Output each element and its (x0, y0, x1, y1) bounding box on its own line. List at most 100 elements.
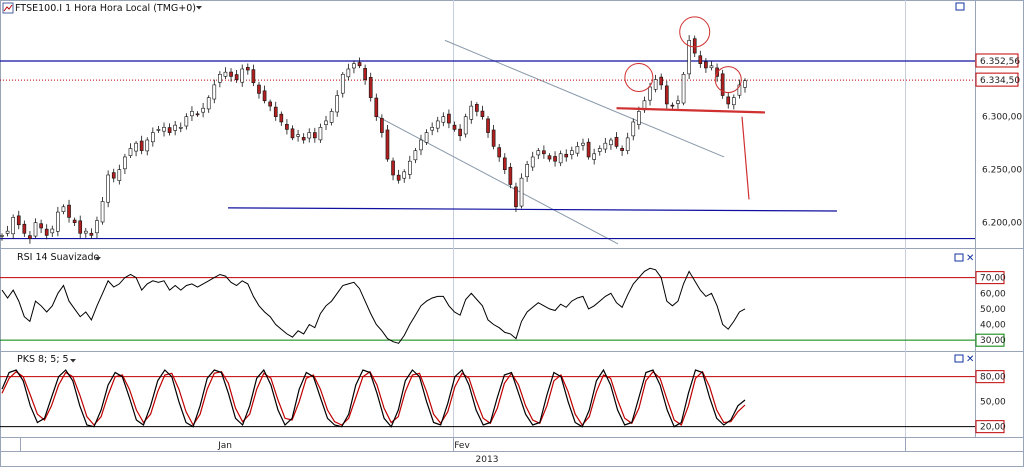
y-tick-label: 80,00 (980, 373, 1006, 383)
candle-body (257, 84, 261, 94)
rsi-title[interactable]: RSI 14 Suavizado (17, 252, 100, 263)
candle-body (564, 153, 569, 158)
candle-body (553, 156, 557, 162)
chart-title[interactable]: FTSE100.I 1 Hora Hora Local (TMG+0) (15, 3, 196, 14)
candle-body (28, 235, 32, 239)
y-tick-label: 40,00 (980, 321, 1006, 331)
candle-body (726, 96, 731, 105)
candle-body (56, 211, 60, 232)
candle-body (525, 164, 529, 178)
candle-body (67, 204, 71, 218)
candle-body (637, 111, 641, 125)
candle-body (447, 113, 451, 124)
candle-body (486, 118, 490, 133)
y-tick-label: 30,00 (980, 336, 1006, 346)
candle-body (340, 73, 345, 94)
candle-body (709, 65, 714, 69)
candle-body (301, 137, 306, 141)
candle-body (296, 134, 300, 137)
candle-body (151, 132, 155, 143)
close-icon[interactable]: ✕ (966, 253, 974, 264)
candle-body (558, 153, 563, 164)
level-price-label: 6.352,56 (980, 57, 1020, 67)
candle-body (413, 150, 418, 161)
candle-body (698, 55, 703, 64)
candle-body (664, 85, 669, 105)
candle-body (681, 73, 686, 104)
y-tick-label: 60,00 (980, 289, 1006, 299)
candle-body (603, 142, 608, 150)
candle-body (206, 97, 211, 110)
candle-body (704, 61, 708, 69)
candle-body (229, 71, 233, 77)
candle-body (586, 141, 591, 158)
candle-body (313, 132, 317, 139)
candle-body (659, 76, 664, 86)
candle-body (502, 157, 507, 170)
y-tick-label: 70,00 (980, 274, 1006, 284)
candle-body (391, 160, 395, 176)
candle-body (514, 186, 518, 208)
candle-body (39, 223, 43, 229)
candle-body (95, 220, 99, 234)
candle-body (508, 166, 513, 185)
candle-body (407, 160, 412, 175)
candle-body (167, 127, 172, 133)
candle-body (240, 68, 245, 83)
candle-body (424, 132, 429, 143)
candle-body (648, 86, 652, 101)
candle-body (597, 148, 602, 152)
candle-body (631, 121, 636, 137)
candle-body (743, 80, 747, 88)
candle-body (419, 139, 423, 151)
candle-body (519, 177, 524, 207)
candle-body (16, 215, 21, 226)
candle-body (72, 219, 77, 223)
candle-body (262, 90, 267, 102)
candle-body (111, 172, 116, 179)
pks-title[interactable]: PKS 8; 5; 5 (17, 354, 69, 365)
y-tick-label: 50,00 (980, 305, 1006, 315)
candle-body (78, 220, 83, 234)
candle-body (290, 128, 295, 139)
candle-body (5, 230, 10, 234)
candle-body (458, 128, 462, 137)
candle-body (279, 113, 284, 123)
candle-body (575, 146, 580, 154)
candle-body (123, 156, 127, 170)
close-icon[interactable]: ✕ (966, 354, 974, 365)
candle-body (732, 97, 736, 106)
candle-body (44, 228, 49, 236)
candle-body (357, 62, 362, 67)
candle-body (374, 97, 379, 117)
candle-body (368, 77, 373, 98)
candle-body (435, 120, 440, 129)
candle-body (363, 68, 367, 80)
candle-body (324, 120, 328, 125)
candle-body (402, 171, 407, 179)
candle-body (22, 223, 27, 234)
candle-body (625, 137, 630, 151)
y-tick-label: 6.200,00 (982, 219, 1022, 229)
candle-body (329, 111, 334, 123)
candle-body (218, 73, 222, 83)
candle-body (134, 142, 138, 152)
candle-body (117, 169, 122, 181)
candle-body (0, 235, 4, 237)
candle-body (106, 174, 110, 203)
candle-body (33, 222, 38, 237)
candle-body (128, 148, 133, 156)
candle-body (307, 132, 312, 139)
candle-body (581, 142, 585, 146)
candle-body (497, 147, 502, 158)
candle-body (491, 129, 496, 147)
candle-body (178, 126, 183, 129)
candle-body (195, 113, 200, 116)
candle-body (318, 126, 323, 141)
candle-body (569, 150, 574, 156)
candle-body (430, 126, 434, 131)
candle-body (234, 74, 239, 80)
candle-body (201, 107, 205, 113)
candle-body (285, 124, 289, 130)
candle-body (173, 124, 178, 131)
